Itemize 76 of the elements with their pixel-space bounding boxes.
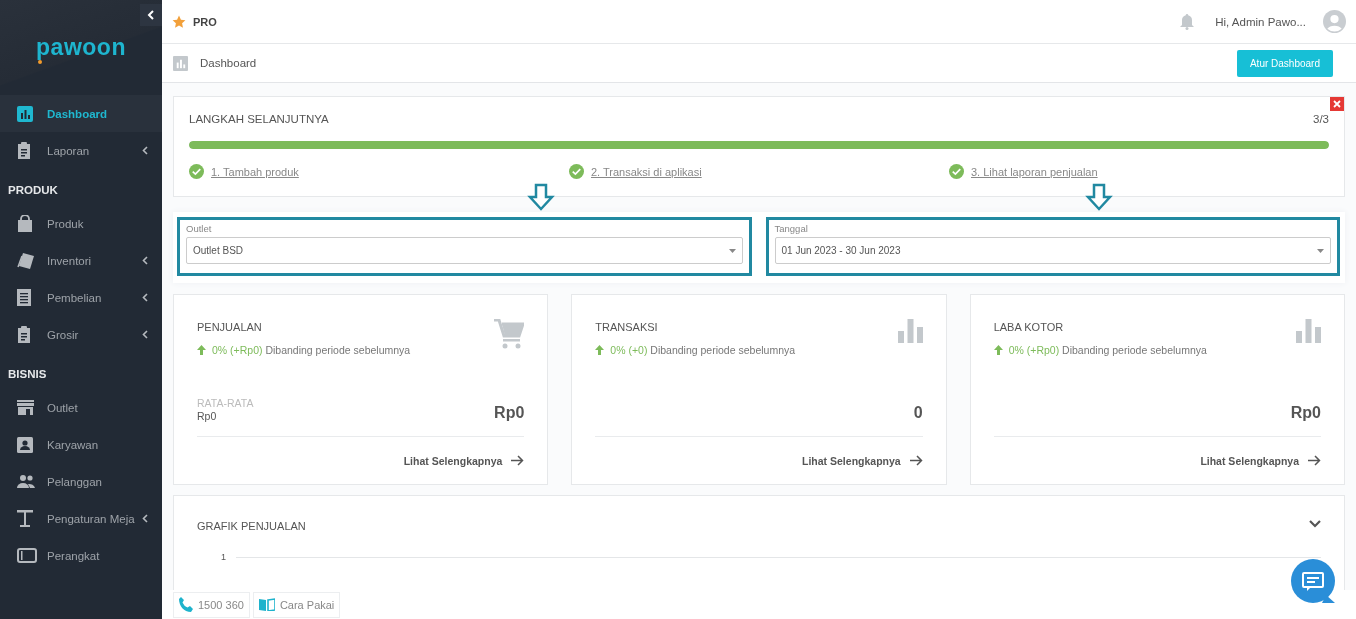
logo-dot-icon [38,60,43,64]
sidebar-item[interactable]: Pengaturan Meja [0,500,162,537]
store-icon [17,400,34,415]
dropdown-field[interactable]: 01 Jun 2023 - 30 Jun 2023 [774,237,1331,264]
card-title: TRANSAKSI [595,321,658,333]
axis-tick-label: 1 [221,552,226,562]
average-label: RATA-RATA [197,397,254,409]
sidebar-item[interactable]: Karyawan [0,426,162,463]
step-link[interactable]: 1. Tambah produk [211,165,299,178]
stat-value: 0 [913,404,923,422]
average-value: Rp0 [197,410,218,422]
sidebar-item[interactable]: Dashboard [0,95,162,132]
arrow-right-icon [909,455,923,466]
stat-value: Rp0 [1290,404,1321,422]
sidebar-item[interactable]: Pelanggan [0,463,162,500]
chevron-down-icon[interactable] [1309,520,1321,528]
section-heading: PRODUK [7,183,59,198]
field-label: Outlet [186,223,213,234]
star-icon [172,14,186,29]
bar-chart-icon [17,105,33,122]
sidebar-item[interactable]: Pembelian [0,279,162,316]
collapse-button[interactable] [140,4,162,26]
help-button[interactable]: 1500 360 [173,591,250,618]
arrow-right-icon [511,455,525,466]
sidebar-item[interactable]: Grosir [0,316,162,353]
sidebar-item[interactable]: Perangkat [0,537,162,574]
see-more-link[interactable]: Lihat Selengkapnya [403,437,525,484]
field-label: Tanggal [774,223,809,234]
close-button[interactable] [1330,97,1344,111]
arrow-right-icon [1308,455,1321,466]
comparison-text: 0% (+Rp0) Dibanding periode sebelumnya [993,344,1321,356]
bar-chart-icon [173,55,188,71]
see-more-link[interactable]: Lihat Selengkapnya [802,437,923,484]
see-more-link[interactable]: Lihat Selengkapnya [1200,437,1321,484]
user-greeting[interactable]: Hi, Admin Pawo... [1215,15,1306,28]
step-link[interactable]: 2. Transaksi di aplikasi [591,165,702,178]
sidebar-item[interactable]: Inventori [0,242,162,279]
bar-chart-icon [1296,319,1321,343]
clipboard-icon [17,142,31,159]
comparison-text: 0% (+Rp0) Dibanding periode sebelumnya [197,344,525,356]
chat-button[interactable] [1290,559,1336,605]
card-title: GRAFIK PENJUALAN [197,520,306,532]
people-icon [17,475,35,488]
logo-text: pawoon [36,34,126,61]
help-button[interactable]: Cara Pakai [252,591,341,618]
sidebar-item[interactable]: Laporan [0,132,162,169]
clipboard-icon [17,326,31,343]
tablet-icon [17,548,37,563]
comparison-text: 0% (+0) Dibanding periode sebelumnya [595,344,923,356]
page-title: Dashboard [200,57,258,69]
table-icon [17,510,33,527]
up-arrow-icon [993,345,1003,355]
card-title: LABA KOTOR [993,321,1064,333]
chevron-left-icon [147,10,155,20]
shopping-cart-icon [494,319,525,349]
stat-value: Rp0 [494,404,525,422]
phone-icon [179,597,193,612]
card-title: PENJUALAN [197,321,262,333]
sidebar-item[interactable]: Produk [0,205,162,242]
up-arrow-icon [197,345,206,355]
step-link[interactable]: 3. Lihat laporan penjualan [971,165,1098,178]
dropdown-caret-icon [728,248,736,253]
card-title: LANGKAH SELANJUTNYA [189,113,329,125]
up-arrow-icon [595,345,605,355]
shopping-bag-icon [17,215,33,232]
dropdown-field[interactable]: Outlet BSD [186,237,743,264]
sidebar-item[interactable]: Outlet [0,389,162,426]
person-card-icon [17,436,33,453]
bar-chart-icon [897,319,923,343]
dropdown-caret-icon [1317,248,1324,253]
document-list-icon [17,289,31,306]
section-heading: BISNIS [7,367,48,382]
step-count: 3/3 [1313,113,1329,125]
cards-icon [17,252,35,269]
open-book-icon [258,598,275,611]
plan-label: PRO [193,15,218,28]
